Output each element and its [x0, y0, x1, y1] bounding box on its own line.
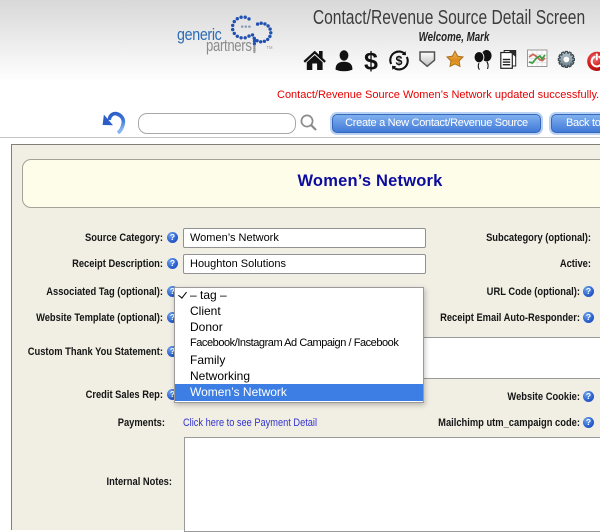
svg-text:$: $: [396, 54, 403, 68]
svg-text:$: $: [364, 48, 378, 74]
svg-text:TM: TM: [267, 45, 274, 50]
